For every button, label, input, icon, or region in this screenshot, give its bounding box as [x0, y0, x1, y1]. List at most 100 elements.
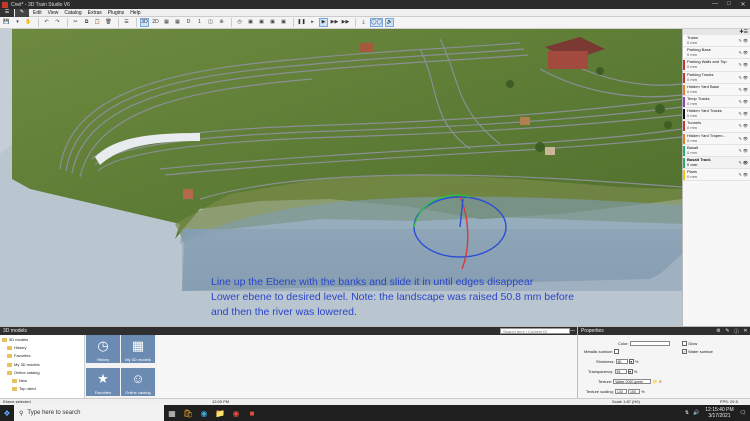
layer-row[interactable]: Temp Tracks 0 mm ✎ 👁	[683, 96, 750, 109]
eye-icon[interactable]: ✎ 👁	[738, 50, 748, 55]
layer-row[interactable]: Tunnels 0 mm ✎ 👁	[683, 120, 750, 133]
metallic-checkbox[interactable]	[614, 349, 620, 355]
menu-view[interactable]: View	[45, 10, 62, 16]
menu-catalog[interactable]: Catalog	[61, 10, 84, 16]
list-icon[interactable]: ☰	[122, 18, 131, 27]
eye-icon[interactable]: ✎ 👁	[738, 62, 748, 67]
add-icon[interactable]: ⊕	[217, 18, 226, 27]
toolbar-label-d[interactable]: D	[184, 18, 193, 27]
layer-row[interactable]: Parking Base 0 mm ✎ 👁	[683, 47, 750, 60]
edge-icon[interactable]: ◉	[196, 405, 212, 421]
catalog-tree-item[interactable]: My 3D models	[2, 361, 84, 369]
catalog-tile[interactable]: ▦ My 3D models	[121, 335, 155, 363]
delete-icon[interactable]: 🗑	[104, 18, 113, 27]
menu-edit[interactable]: Edit	[30, 10, 45, 16]
maximize-icon[interactable]: □	[722, 1, 736, 8]
fast-forward-icon[interactable]: ▶▶	[330, 18, 339, 27]
eye-icon[interactable]: ✎ 👁	[738, 111, 748, 116]
catalog-tree-item[interactable]: Favorites	[2, 352, 84, 360]
camera-icon[interactable]: ▣	[279, 18, 288, 27]
toolbar-label-1[interactable]: 1	[195, 18, 204, 27]
grid-icon[interactable]: ▦	[162, 18, 171, 27]
taskbar-search-input[interactable]: ⚲ Type here to search	[14, 405, 164, 421]
layer-row[interactable]: Parking Walls and Top 0 mm ✎ 👁	[683, 59, 750, 72]
cut-icon[interactable]: ✂	[71, 18, 80, 27]
glasses-icon[interactable]: ◯◯	[370, 18, 384, 27]
pause-icon[interactable]: ❚❚	[297, 18, 306, 27]
layer-row[interactable]: Hidden Yard Trapen... 0 mm ✎ 👁	[683, 133, 750, 145]
brush-icon[interactable]: ✎	[723, 328, 732, 335]
step-icon[interactable]: ▸	[308, 18, 317, 27]
menu-plugins[interactable]: Plugins	[105, 10, 127, 16]
view-3d-button[interactable]: 3D	[140, 18, 149, 27]
download-icon[interactable]: ⤓	[359, 18, 368, 27]
eye-icon[interactable]: ✎ 👁	[738, 75, 748, 80]
transparency-stepper[interactable]: ▾	[627, 369, 633, 375]
taskbar-clock[interactable]: 12:15:40 PM 3/17/2021	[705, 407, 733, 419]
store-icon[interactable]: 🛍	[180, 405, 196, 421]
network-icon[interactable]: ⇅	[685, 410, 689, 416]
catalog-tile[interactable]: ☺ Online catalog	[121, 367, 155, 396]
catalog-tree-item[interactable]: New	[2, 377, 84, 385]
eye-icon[interactable]: ✎ 👁	[738, 160, 748, 165]
folder-icon[interactable]: 📁	[652, 379, 657, 384]
eye-icon[interactable]: ✎ 👁	[738, 172, 748, 177]
undo-icon[interactable]: ↶	[42, 18, 51, 27]
save-icon[interactable]: 💾	[2, 18, 11, 27]
eye-icon[interactable]: ✎ 👁	[738, 38, 748, 43]
view-2d-button[interactable]: 2D	[151, 18, 160, 27]
glow-checkbox[interactable]	[682, 341, 687, 347]
train-studio-app-icon[interactable]: ■	[244, 405, 260, 421]
layout-icon[interactable]: ◫	[206, 18, 215, 27]
layer-row[interactable]: Parking Tracks 0 mm ✎ 👁	[683, 72, 750, 84]
clear-texture-icon[interactable]: ✕	[659, 379, 662, 384]
layer-row[interactable]: Trains 0 mm ✎ 👁	[683, 35, 750, 48]
3d-viewport[interactable]: Line up the Ebene with the banks and sli…	[0, 29, 682, 326]
shininess-input[interactable]: 80	[615, 359, 628, 365]
close-icon[interactable]: ✕	[736, 1, 750, 8]
transparency-input[interactable]: 55	[614, 369, 627, 375]
menu-help[interactable]: Help	[127, 10, 143, 16]
shininess-stepper[interactable]: ▾	[628, 359, 634, 365]
play-icon[interactable]: ▶	[319, 18, 328, 27]
notifications-icon[interactable]: 🗨	[740, 410, 746, 416]
minimize-icon[interactable]: —	[708, 1, 722, 8]
task-view-icon[interactable]: ▦	[164, 405, 180, 421]
sound-icon[interactable]: 🔊	[385, 18, 395, 27]
catalog-tree-item[interactable]: Online catalog	[2, 369, 84, 377]
catalog-tree-item[interactable]: Top rated	[2, 385, 84, 393]
info-icon[interactable]: ⓘ	[732, 328, 741, 335]
windows-start-icon[interactable]: ❖	[0, 405, 14, 421]
eye-icon[interactable]: ✎ 👁	[738, 87, 748, 92]
clock-icon[interactable]: ◷	[235, 18, 244, 27]
object-icon[interactable]: ▣	[257, 18, 266, 27]
app-menu-icon[interactable]: ☰	[0, 8, 14, 17]
chevron-down-icon[interactable]: ▾	[13, 18, 22, 27]
layer-row[interactable]: Hidden Yard Base 0 mm ✎ 👁	[683, 84, 750, 96]
eye-icon[interactable]: ✎ 👁	[738, 148, 748, 153]
layer-row[interactable]: Plans 0 mm ✎ 👁	[683, 169, 750, 182]
hand-icon[interactable]: ✋	[24, 18, 33, 27]
catalog-tree-item[interactable]: 3D models	[2, 336, 84, 344]
close-icon[interactable]: ✕	[741, 328, 750, 335]
paste-icon[interactable]: 📋	[93, 18, 102, 27]
redo-icon[interactable]: ↷	[53, 18, 62, 27]
catalog-search-input[interactable]: Search term / Content ID	[500, 328, 570, 334]
catalog-tree-item[interactable]: History	[2, 344, 84, 352]
water-surface-checkbox[interactable]: ✓	[682, 349, 687, 355]
file-explorer-icon[interactable]: 📁	[212, 405, 228, 421]
map-icon[interactable]: ▣	[268, 18, 277, 27]
eye-icon[interactable]: ✎ 👁	[738, 123, 748, 128]
texture-scaling-y-input[interactable]: 150	[628, 389, 641, 395]
texture-input[interactable]: Water 0030 green	[613, 379, 652, 385]
menu-extras[interactable]: Extras	[85, 10, 105, 16]
faster-icon[interactable]: ▶▶	[341, 18, 350, 27]
volume-icon[interactable]: 🔊	[693, 410, 699, 416]
layer-row[interactable]: Basalt Track 0 mm ✎ 👁	[683, 156, 750, 170]
top-view-icon[interactable]: ▦	[173, 18, 182, 27]
texture-scaling-x-input[interactable]: 130	[614, 389, 627, 395]
copy-icon[interactable]: ⧉	[82, 18, 91, 27]
gear-icon[interactable]: ⚙	[714, 328, 723, 335]
eye-icon[interactable]: ✎ 👁	[738, 136, 748, 141]
frame-icon[interactable]: ▣	[246, 18, 255, 27]
